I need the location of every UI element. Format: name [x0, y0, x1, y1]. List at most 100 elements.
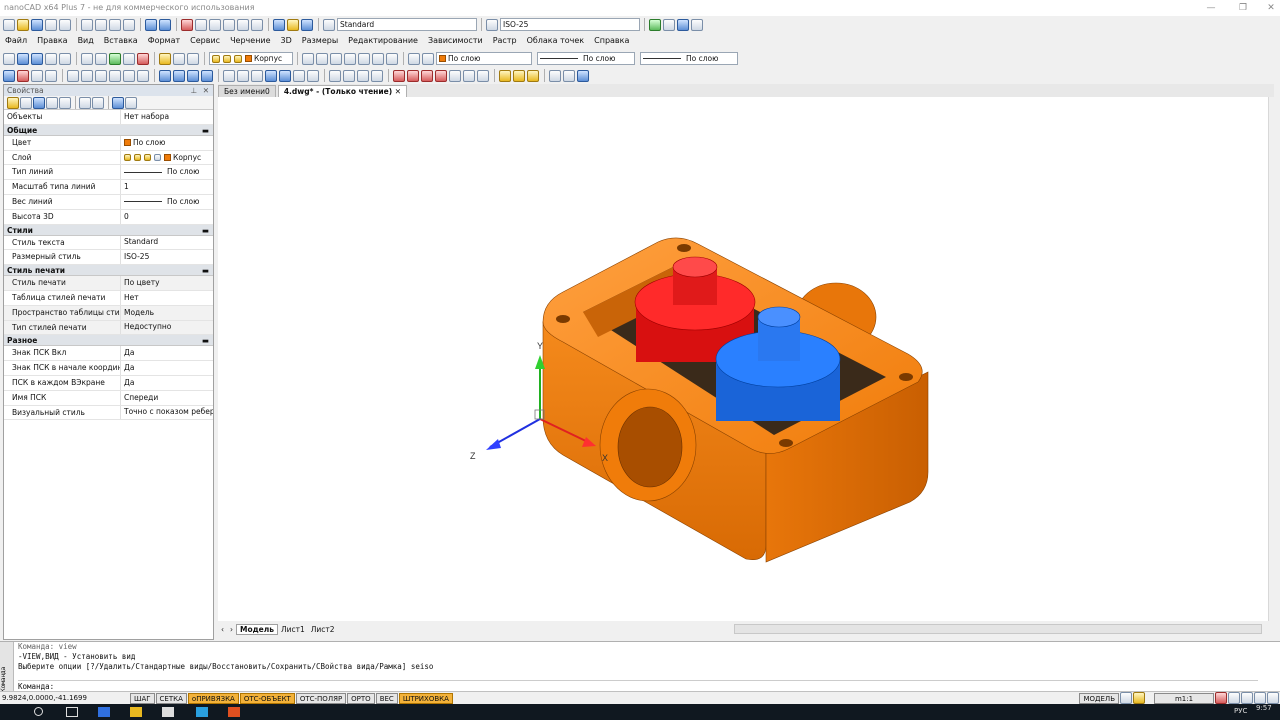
- toggle-ortho[interactable]: ОРТО: [347, 692, 375, 704]
- iso-sw-icon[interactable]: [159, 69, 171, 82]
- render-icon[interactable]: [549, 69, 561, 82]
- iso-se-icon[interactable]: [173, 69, 185, 82]
- rectangle-tool-icon[interactable]: [45, 52, 57, 65]
- open-file-icon[interactable]: [17, 18, 29, 31]
- prop-row[interactable]: Знак ПСК в начале координат Да: [4, 361, 213, 376]
- prop-value[interactable]: Standard: [121, 236, 213, 250]
- menu-point-clouds[interactable]: Облака точек: [522, 33, 590, 49]
- steering-icon[interactable]: [1254, 692, 1266, 704]
- file-explorer-icon[interactable]: [130, 707, 142, 717]
- view-back-icon[interactable]: [137, 69, 149, 82]
- zoom-realtime-icon[interactable]: [195, 18, 207, 31]
- quick-select-icon[interactable]: [33, 96, 45, 109]
- zoom-window-icon[interactable]: [209, 18, 221, 31]
- pan-icon[interactable]: [181, 18, 193, 31]
- cut-icon[interactable]: [81, 18, 93, 31]
- fullscreen-icon[interactable]: [1267, 692, 1279, 704]
- prop-value[interactable]: 0: [121, 210, 213, 224]
- prop-row[interactable]: Тип стилей печати Недоступно: [4, 320, 213, 336]
- workspace-icon[interactable]: [1215, 692, 1227, 704]
- layer-lock-icon[interactable]: [372, 52, 384, 65]
- prop-value[interactable]: По цвету: [121, 276, 213, 290]
- layer-walk-icon[interactable]: [386, 52, 398, 65]
- tab-sheet2[interactable]: Лист2: [308, 625, 338, 634]
- linetype-tool-icon[interactable]: [422, 52, 434, 65]
- color-select[interactable]: По слою: [436, 52, 532, 65]
- chamfer-3d-icon[interactable]: [513, 69, 525, 82]
- horizontal-scrollbar[interactable]: [734, 624, 1262, 634]
- nanocad-taskbar-icon[interactable]: [228, 707, 240, 717]
- line-tool-icon[interactable]: [17, 52, 29, 65]
- view-right-icon[interactable]: [109, 69, 121, 82]
- snap-tool-icon[interactable]: [3, 52, 15, 65]
- wireframe-icon[interactable]: [223, 69, 235, 82]
- menu-edit[interactable]: Правка: [32, 33, 72, 49]
- collapse-icon[interactable]: [125, 96, 137, 109]
- block-tool-icon[interactable]: [109, 52, 121, 65]
- extrude-icon[interactable]: [421, 69, 433, 82]
- toggle-lineweight[interactable]: ВЕС: [375, 692, 398, 704]
- zoom-all-icon[interactable]: [251, 18, 263, 31]
- pan-status-icon[interactable]: [1241, 692, 1253, 704]
- layer-props-icon[interactable]: [302, 52, 314, 65]
- store-icon[interactable]: [162, 707, 174, 717]
- prop-row[interactable]: Стиль текста Standard: [4, 235, 213, 251]
- iso-nw-icon[interactable]: [201, 69, 213, 82]
- layer-tool-icon[interactable]: [173, 52, 185, 65]
- orbit-icon[interactable]: [3, 69, 15, 82]
- prop-value[interactable]: Корпус: [121, 151, 213, 165]
- explode-tool-icon[interactable]: [137, 52, 149, 65]
- menu-tools[interactable]: Сервис: [185, 33, 225, 49]
- drawing-canvas[interactable]: Y X Z: [218, 97, 1268, 621]
- task-view-icon[interactable]: [66, 707, 78, 717]
- clock[interactable]: 9:57: [1256, 704, 1272, 712]
- toggle-grid[interactable]: СЕТКА: [155, 692, 187, 704]
- markup-icon[interactable]: [691, 18, 703, 31]
- prop-value[interactable]: Да: [121, 361, 213, 375]
- gearbox-model[interactable]: [542, 237, 929, 563]
- materials-icon[interactable]: [563, 69, 575, 82]
- prop-row[interactable]: Знак ПСК Вкл Да: [4, 346, 213, 362]
- paste-icon[interactable]: [109, 18, 121, 31]
- color-tool-icon[interactable]: [408, 52, 420, 65]
- sort-icon[interactable]: [79, 96, 91, 109]
- new-file-icon[interactable]: [3, 18, 15, 31]
- calculator-icon[interactable]: [287, 18, 299, 31]
- filter-icon[interactable]: [46, 96, 58, 109]
- category-misc[interactable]: Разное ▬: [4, 335, 213, 347]
- layer-isolate-icon[interactable]: [330, 52, 342, 65]
- search-icon[interactable]: [34, 707, 43, 716]
- save-icon[interactable]: [31, 18, 43, 31]
- prop-value[interactable]: Модель: [121, 306, 213, 320]
- command-sidebar[interactable]: Команда: [0, 642, 14, 692]
- layer-off-icon[interactable]: [358, 52, 370, 65]
- ucs-origin-icon[interactable]: [357, 69, 369, 82]
- menu-format[interactable]: Формат: [143, 33, 185, 49]
- minimize-button[interactable]: —: [1196, 0, 1226, 16]
- subtract-icon[interactable]: [463, 69, 475, 82]
- redo-icon[interactable]: [159, 18, 171, 31]
- tab-sheet1[interactable]: Лист1: [278, 625, 308, 634]
- shaded-icon[interactable]: [251, 69, 263, 82]
- layer-select[interactable]: Корпус: [209, 52, 293, 65]
- ucs-icon[interactable]: [329, 69, 341, 82]
- realistic-icon[interactable]: [279, 69, 291, 82]
- space-toggle[interactable]: МОДЕЛЬ: [1079, 692, 1119, 704]
- hidden-icon[interactable]: [237, 69, 249, 82]
- model-viewport[interactable]: Y X Z: [218, 97, 1268, 621]
- categorized-icon[interactable]: [92, 96, 104, 109]
- lineweight-select[interactable]: По слою: [640, 52, 738, 65]
- intersect-icon[interactable]: [477, 69, 489, 82]
- vertical-scrollbar[interactable]: [1268, 97, 1276, 621]
- menu-dimensions[interactable]: Размеры: [297, 33, 343, 49]
- dim-style-select[interactable]: ISO-25: [500, 18, 640, 31]
- select-arrow-icon[interactable]: [17, 69, 29, 82]
- toggle-hatch[interactable]: ШТРИХОВКА: [398, 692, 453, 704]
- prop-row[interactable]: ПСК в каждом ВЭкране Да: [4, 375, 213, 391]
- pickadd-icon[interactable]: [20, 96, 32, 109]
- cylinder-icon[interactable]: [407, 69, 419, 82]
- menu-file[interactable]: Файл: [0, 33, 32, 49]
- measure-icon[interactable]: [273, 18, 285, 31]
- toggle-otrack[interactable]: ОТС-ОБЪЕКТ: [239, 692, 295, 704]
- layer-manager-icon[interactable]: [159, 52, 171, 65]
